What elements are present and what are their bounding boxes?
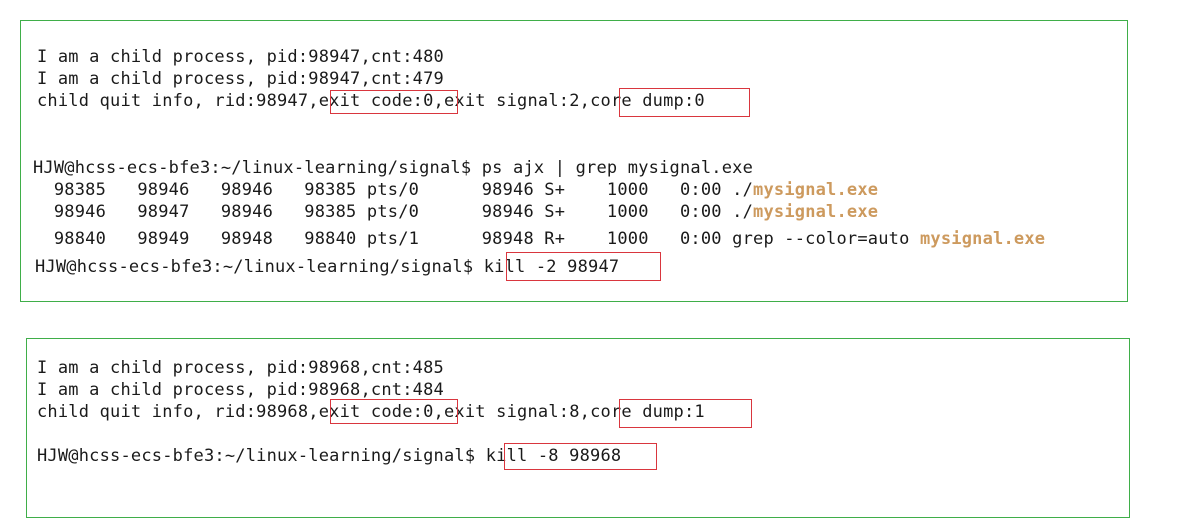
kill-command-highlight-box xyxy=(504,443,657,470)
kill-command-highlight-box xyxy=(506,252,661,281)
core-dump-highlight-box xyxy=(619,88,750,117)
ps-row: 98946 98947 98946 98385 pts/0 98946 S+ 1… xyxy=(33,201,878,223)
ps-row-columns: 98840 98949 98948 98840 pts/1 98948 R+ 1… xyxy=(33,229,920,249)
grep-match-text: mysignal.exe xyxy=(753,202,879,222)
shell-prompt: HJW@hcss-ecs-bfe3:~/linux-learning/signa… xyxy=(37,446,486,466)
grep-match-text: mysignal.exe xyxy=(753,180,879,200)
terminal-panel-sigfpe: I am a child process, pid:98968,cnt:485 … xyxy=(26,338,1130,518)
output-line: I am a child process, pid:98947,cnt:480 xyxy=(37,47,444,67)
quit-info-prefix: child quit info, rid:98968, xyxy=(37,402,319,422)
ps-row: 98385 98946 98946 98385 pts/0 98946 S+ 1… xyxy=(33,179,878,201)
quit-info-prefix: child quit info, rid:98947, xyxy=(37,91,319,111)
exit-code-highlight-box xyxy=(330,399,458,424)
ps-row-columns: 98946 98947 98946 98385 pts/0 98946 S+ 1… xyxy=(33,202,754,222)
ps-row: 98840 98949 98948 98840 pts/1 98948 R+ 1… xyxy=(33,228,1045,250)
output-line: I am a child process, pid:98947,cnt:479 xyxy=(37,69,444,89)
output-line: I am a child process, pid:98968,cnt:485 xyxy=(37,358,444,378)
terminal-panel-sigint: I am a child process, pid:98947,cnt:480 … xyxy=(20,20,1128,302)
grep-match-text: mysignal.exe xyxy=(919,229,1046,249)
exit-code-highlight-box xyxy=(330,90,458,114)
output-line: I am a child process, pid:98968,cnt:484 xyxy=(37,380,444,400)
ps-command-line: HJW@hcss-ecs-bfe3:~/linux-learning/signa… xyxy=(33,158,754,178)
ps-row-columns: 98385 98946 98946 98385 pts/0 98946 S+ 1… xyxy=(33,180,754,200)
shell-prompt: HJW@hcss-ecs-bfe3:~/linux-learning/signa… xyxy=(35,257,484,277)
core-dump-highlight-box xyxy=(619,399,752,428)
